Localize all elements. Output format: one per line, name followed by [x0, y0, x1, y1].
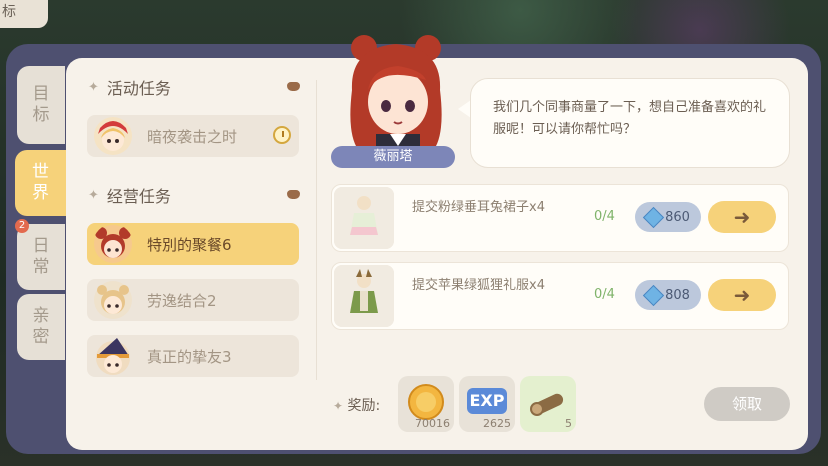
- tab-world[interactable]: 世 界: [15, 150, 66, 216]
- section-event-tasks: ✦ 活动任务: [88, 76, 300, 98]
- task-item[interactable]: 暗夜袭击之时: [87, 115, 299, 157]
- tab-daily-label: 日 常: [32, 236, 50, 277]
- tab-intimacy-label: 亲 密: [32, 306, 50, 347]
- top-chip[interactable]: 标: [0, 0, 48, 28]
- star-icon: ✦: [88, 187, 99, 203]
- section-business-tasks: ✦ 经营任务: [88, 184, 300, 206]
- task-item[interactable]: 特別的聚餐6: [87, 223, 299, 265]
- task-label: 暗夜袭击之时: [147, 127, 238, 146]
- reward-wood[interactable]: 5: [520, 376, 576, 432]
- speech-bubble: 我们几个同事商量了一下，想自己准备喜欢的礼服呢！可以请你帮忙吗？: [470, 78, 790, 168]
- panel-divider: [316, 80, 317, 380]
- reward-gold[interactable]: 70016: [398, 376, 454, 432]
- reward-amount: 70016: [415, 417, 450, 430]
- requirement-desc: 提交粉绿垂耳兔裙子x4: [412, 200, 545, 215]
- acorn-icon: [287, 190, 300, 199]
- requirement-row: 提交粉绿垂耳兔裙子x4 0/4 860 ➜: [331, 184, 789, 252]
- avatar-blonde-santa: [94, 117, 132, 155]
- tab-intimacy[interactable]: 亲 密: [17, 294, 65, 360]
- tab-goals-label: 目 标: [32, 84, 50, 125]
- character-name-tag: 薇丽塔: [331, 146, 455, 168]
- reward-exp[interactable]: EXP 2625: [459, 376, 515, 432]
- speech-text: 我们几个同事商量了一下，想自己准备喜欢的礼服呢！可以请你帮忙吗？: [493, 100, 767, 137]
- diamond-icon: [642, 206, 665, 228]
- star-icon: ✦: [333, 399, 344, 413]
- task-label: 劳逸结合2: [147, 291, 217, 310]
- gem-price: 860: [635, 202, 701, 232]
- tab-daily[interactable]: 日 常: [17, 224, 65, 290]
- section-title: 活动任务: [106, 79, 171, 98]
- task-item[interactable]: 真正的挚友3: [87, 335, 299, 377]
- exp-icon: EXP: [467, 388, 507, 414]
- requirement-row: 提交苹果绿狐狸礼服x4 0/4 808 ➜: [331, 262, 789, 330]
- reward-amount: 5: [565, 417, 572, 430]
- task-label: 真正的挚友3: [147, 347, 232, 366]
- dress-thumbnail-apple-green: [334, 265, 394, 327]
- reward-label-text: 奖励:: [347, 398, 381, 414]
- avatar-blonde-bear: [94, 281, 132, 319]
- task-label: 特別的聚餐6: [147, 235, 232, 254]
- requirement-desc: 提交苹果绿狐狸礼服x4: [412, 278, 545, 293]
- reward-amount: 2625: [483, 417, 511, 430]
- arrow-right-icon: ➜: [733, 283, 751, 307]
- diamond-icon: [642, 284, 665, 306]
- requirement-count: 0/4: [594, 287, 615, 302]
- price-value: 860: [665, 209, 690, 225]
- go-button[interactable]: ➜: [708, 201, 776, 233]
- daily-badge: 2: [15, 219, 29, 233]
- avatar-red-hair: [94, 225, 132, 263]
- clock-icon: [273, 126, 291, 144]
- claim-button[interactable]: 领取: [704, 387, 790, 421]
- section-title: 经营任务: [106, 187, 171, 206]
- avatar-witch: [96, 338, 130, 375]
- tab-goals[interactable]: 目 标: [17, 66, 65, 144]
- requirement-count: 0/4: [594, 209, 615, 224]
- tab-world-label: 世 界: [32, 162, 49, 203]
- task-item[interactable]: 劳逸结合2: [87, 279, 299, 321]
- reward-label: ✦ 奖励:: [333, 395, 380, 415]
- acorn-icon: [287, 82, 300, 91]
- price-value: 808: [665, 287, 690, 303]
- arrow-right-icon: ➜: [733, 205, 751, 229]
- character-portrait: [350, 35, 442, 154]
- dress-thumbnail-pink-green: [334, 187, 394, 249]
- gem-price: 808: [635, 280, 701, 310]
- star-icon: ✦: [88, 79, 99, 95]
- go-button[interactable]: ➜: [708, 279, 776, 311]
